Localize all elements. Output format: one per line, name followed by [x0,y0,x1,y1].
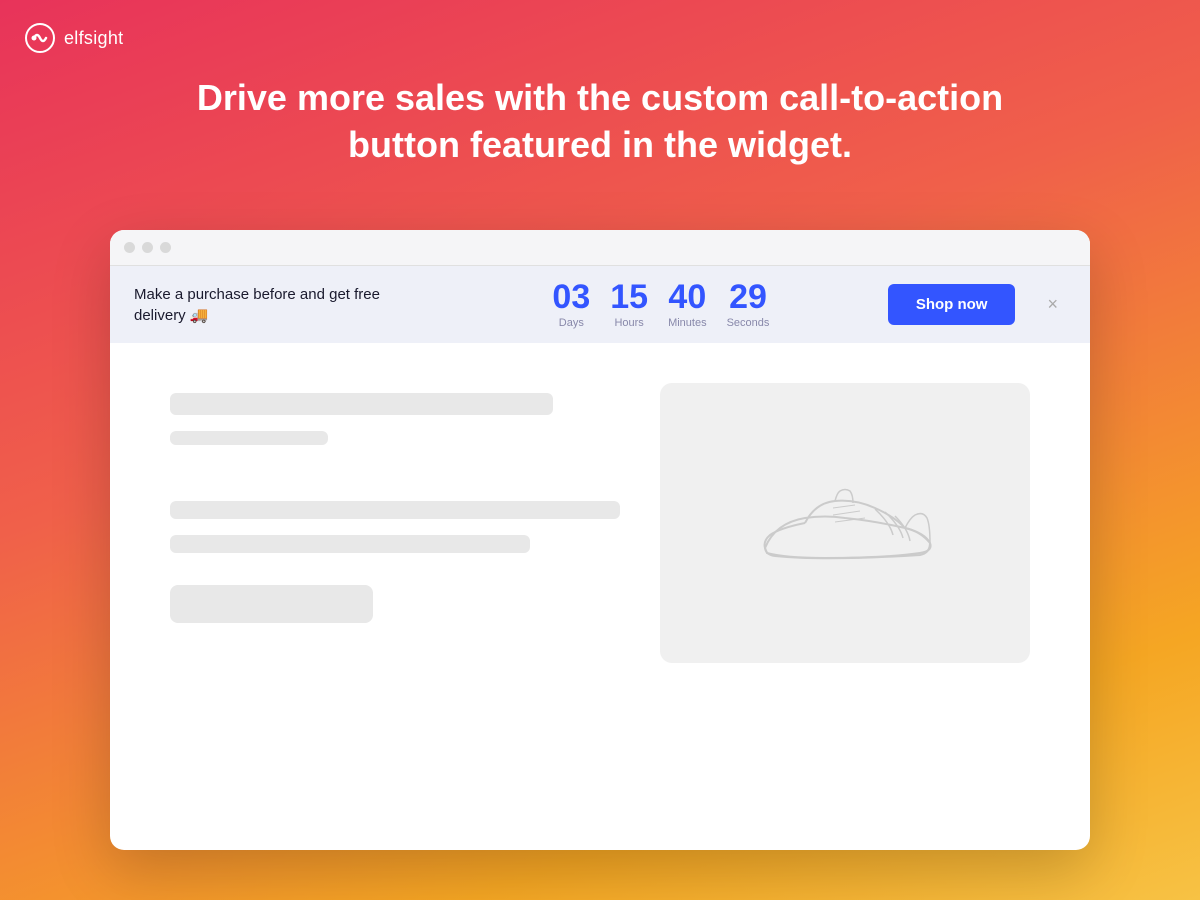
browser-window: Make a purchase before and get free deli… [110,230,1090,850]
placeholder-button [170,585,373,623]
browser-dot-max [160,242,171,253]
browser-dot-min [142,242,153,253]
shoe-illustration [745,463,945,583]
banner-message: Make a purchase before and get free deli… [134,284,434,326]
minutes-value: 40 [668,280,706,314]
browser-chrome [110,230,1090,266]
content-spacer [170,461,620,485]
placeholder-subtitle [170,431,328,445]
banner-right: Shop now × [888,284,1066,325]
shop-now-button[interactable]: Shop now [888,284,1016,325]
seconds-value: 29 [729,280,767,314]
headline-line1: Drive more sales with the custom call-to… [197,77,1003,118]
placeholder-text-1 [170,501,620,519]
countdown-seconds: 29 Seconds [727,280,770,329]
banner-close-button[interactable]: × [1039,290,1066,319]
placeholder-title [170,393,553,415]
seconds-label: Seconds [727,317,770,329]
logo: elfsight [24,22,123,54]
content-right [660,383,1030,663]
elfsight-logo-icon [24,22,56,54]
headline-line2: button featured in the widget. [348,124,852,165]
countdown-section: 03 Days 15 Hours 40 Minutes 29 Seconds [552,280,769,329]
minutes-label: Minutes [668,317,707,329]
page-headline: Drive more sales with the custom call-to… [0,75,1200,169]
days-label: Days [559,317,584,329]
countdown-banner: Make a purchase before and get free deli… [110,266,1090,343]
page-content [110,343,1090,703]
content-left [170,383,620,663]
hours-value: 15 [610,280,648,314]
browser-dot-close [124,242,135,253]
countdown-days: 03 Days [552,280,590,329]
logo-text: elfsight [64,28,123,49]
days-value: 03 [552,280,590,314]
hours-label: Hours [614,317,643,329]
countdown-minutes: 40 Minutes [668,280,707,329]
placeholder-text-2 [170,535,530,553]
countdown-hours: 15 Hours [610,280,648,329]
